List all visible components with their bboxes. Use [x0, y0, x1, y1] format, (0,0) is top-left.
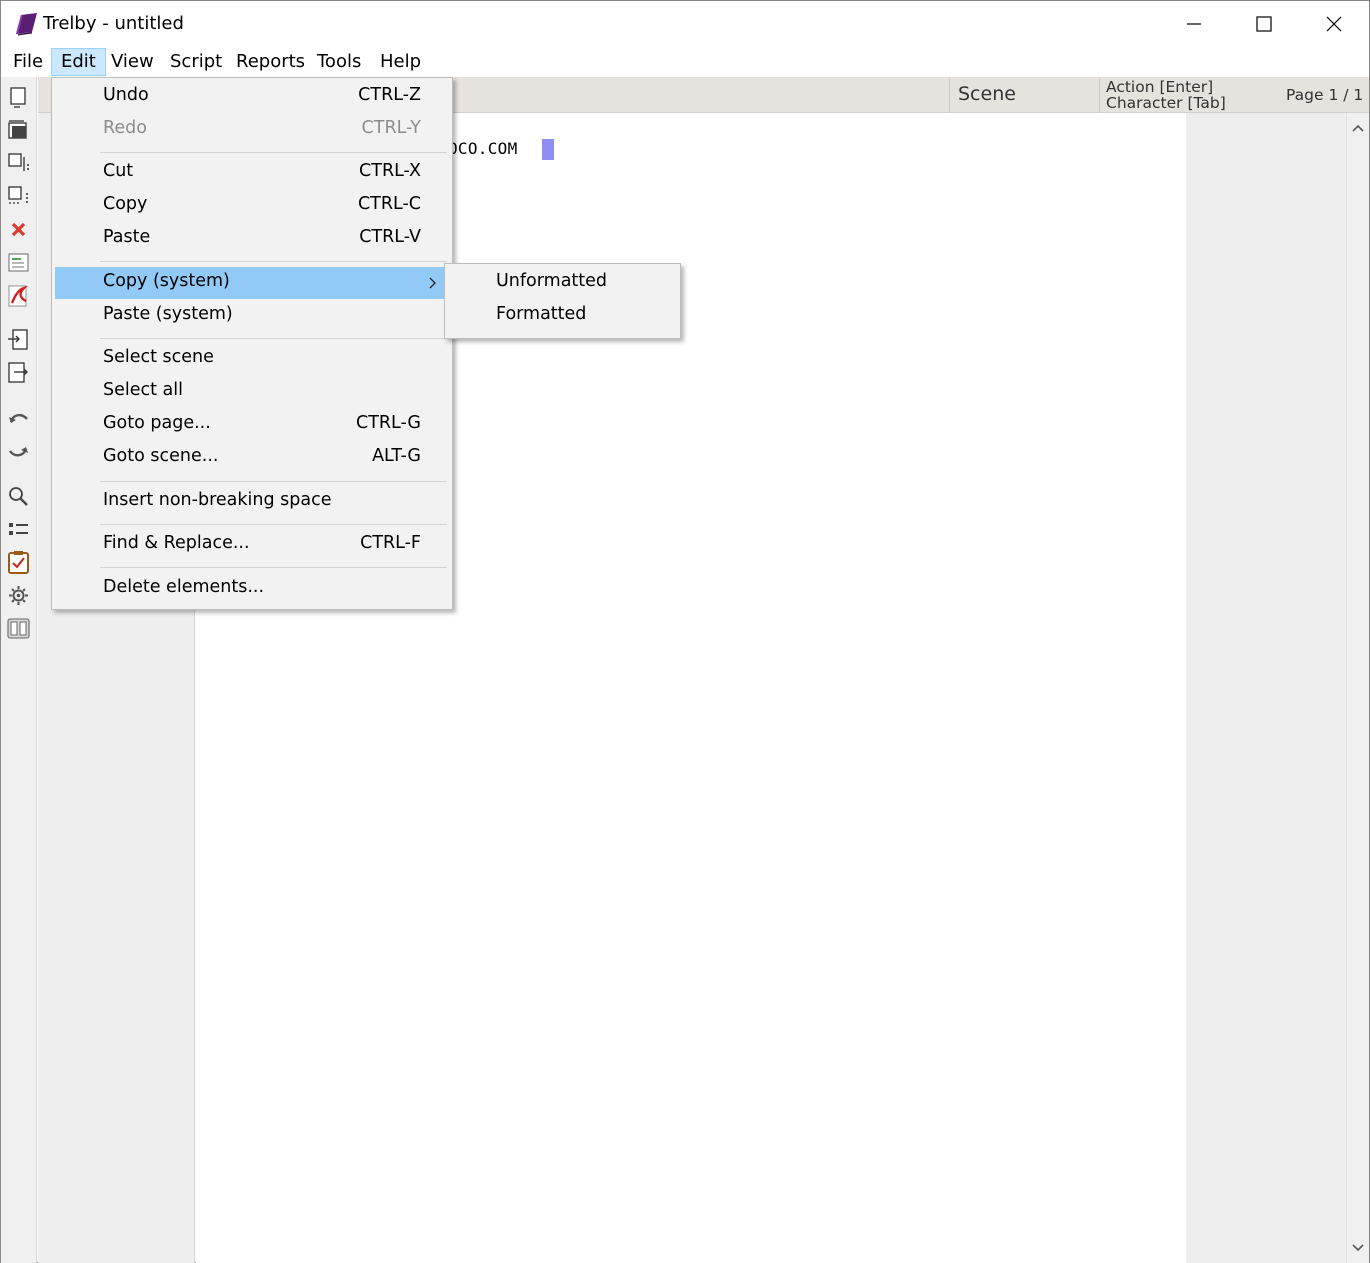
- menu-item-shortcut: CTRL-V: [359, 227, 421, 247]
- edit-menu-dropdown: Undo CTRL-Z Redo CTRL-Y Cut CTRL-X Copy …: [51, 77, 453, 610]
- text-cursor: [542, 139, 554, 160]
- menu-item-label: Find & Replace...: [103, 533, 250, 553]
- minimize-button[interactable]: [1159, 1, 1229, 47]
- menu-item-shortcut: ALT-G: [372, 446, 421, 466]
- export-icon[interactable]: [6, 360, 31, 385]
- menu-separator: [100, 524, 447, 525]
- menu-item-label: Redo: [103, 118, 147, 138]
- page-indicator: Page 1 / 1: [1286, 86, 1364, 104]
- menu-item-undo[interactable]: Undo CTRL-Z: [55, 81, 449, 113]
- header-separator: [1099, 77, 1100, 113]
- scene-indicator: Scene: [958, 83, 1016, 105]
- scroll-up-button[interactable]: [1347, 115, 1369, 141]
- menu-item-label: Select scene: [103, 347, 214, 367]
- left-toolbar: [1, 77, 37, 1263]
- menu-item-label: Undo: [103, 85, 149, 105]
- vertical-scrollbar[interactable]: [1346, 113, 1369, 1263]
- script-settings-icon[interactable]: [6, 250, 31, 275]
- menu-item-paste[interactable]: Paste CTRL-V: [55, 223, 449, 255]
- menu-reports[interactable]: Reports: [227, 48, 314, 76]
- menu-item-goto-scene[interactable]: Goto scene... ALT-G: [55, 442, 449, 474]
- menu-item-paste-system[interactable]: Paste (system): [55, 300, 449, 332]
- menu-tools[interactable]: Tools: [308, 48, 370, 76]
- menu-item-find-replace[interactable]: Find & Replace... CTRL-F: [55, 529, 449, 561]
- undo-icon[interactable]: [6, 406, 31, 431]
- menu-item-label: Copy (system): [103, 271, 230, 291]
- header-separator: [949, 77, 950, 113]
- menu-item-shortcut: CTRL-X: [359, 161, 421, 181]
- save-as-icon[interactable]: [6, 184, 31, 209]
- submenu-item-formatted[interactable]: Formatted: [448, 300, 677, 332]
- import-icon[interactable]: [6, 327, 31, 352]
- save-icon[interactable]: [6, 151, 31, 176]
- menu-file[interactable]: File: [4, 48, 52, 76]
- menu-edit[interactable]: Edit: [51, 48, 106, 76]
- copy-system-submenu: Unformatted Formatted: [444, 263, 681, 339]
- element-type-line-2: Character [Tab]: [1106, 94, 1226, 112]
- scroll-down-button[interactable]: [1347, 1235, 1369, 1261]
- menu-item-insert-nbsp[interactable]: Insert non-breaking space: [55, 486, 449, 518]
- close-icon: [1326, 16, 1342, 32]
- element-type-indicator: Action [Enter] Character [Tab]: [1106, 79, 1226, 111]
- open-icon[interactable]: [6, 118, 31, 143]
- menu-item-select-all[interactable]: Select all: [55, 376, 449, 408]
- menu-item-cut[interactable]: Cut CTRL-X: [55, 157, 449, 189]
- window-title: Trelby - untitled: [43, 13, 184, 34]
- new-icon[interactable]: [6, 85, 31, 110]
- menu-separator: [100, 338, 447, 339]
- chevron-up-icon: [1352, 124, 1364, 132]
- maximize-icon: [1256, 16, 1272, 32]
- pdf-icon[interactable]: [6, 283, 31, 308]
- menu-bar: File Edit View Script Reports Tools Help: [1, 47, 1369, 77]
- menu-separator: [100, 481, 447, 482]
- menu-item-redo[interactable]: Redo CTRL-Y: [55, 114, 449, 146]
- close-script-icon[interactable]: [6, 217, 31, 242]
- maximize-button[interactable]: [1229, 1, 1299, 47]
- menu-separator: [100, 152, 447, 153]
- menu-item-shortcut: CTRL-G: [355, 413, 421, 433]
- trelby-book-icon: [16, 13, 37, 36]
- editor-line: OCO.COM: [448, 139, 518, 158]
- menu-item-shortcut: CTRL-C: [357, 194, 421, 214]
- menu-item-select-scene[interactable]: Select scene: [55, 343, 449, 375]
- menu-item-label: Copy: [103, 194, 148, 214]
- menu-item-label: Cut: [103, 161, 134, 181]
- menu-item-delete-elements[interactable]: Delete elements...: [55, 573, 449, 605]
- menu-item-shortcut: CTRL-Z: [358, 85, 421, 105]
- menu-item-copy-system[interactable]: Copy (system): [55, 267, 449, 299]
- menu-item-label: Formatted: [496, 304, 587, 324]
- menu-item-label: Paste (system): [103, 304, 233, 324]
- menu-help[interactable]: Help: [371, 48, 430, 76]
- menu-separator: [100, 261, 447, 262]
- page-margin-panel: [1186, 113, 1346, 1263]
- menu-item-label: Unformatted: [496, 271, 608, 291]
- menu-item-label: Insert non-breaking space: [103, 490, 332, 510]
- menu-view[interactable]: View: [102, 48, 163, 76]
- menu-item-copy[interactable]: Copy CTRL-C: [55, 190, 449, 222]
- minimize-icon: [1187, 23, 1201, 25]
- menu-item-label: Paste: [103, 227, 151, 247]
- checks-icon[interactable]: [6, 550, 31, 575]
- menu-item-label: Goto scene...: [103, 446, 219, 466]
- redo-icon[interactable]: [6, 439, 31, 464]
- find-icon[interactable]: [6, 484, 31, 509]
- menu-script[interactable]: Script: [161, 48, 231, 76]
- menu-item-shortcut: CTRL-Y: [361, 118, 421, 138]
- compare-icon[interactable]: [6, 616, 31, 641]
- menu-item-shortcut: CTRL-F: [360, 533, 421, 553]
- settings-icon[interactable]: [6, 583, 31, 608]
- title-bar: Trelby - untitled: [1, 1, 1369, 47]
- menu-item-label: Select all: [103, 380, 183, 400]
- menu-item-label: Goto page...: [103, 413, 211, 433]
- chevron-right-icon: [429, 277, 436, 289]
- menu-item-goto-page[interactable]: Goto page... CTRL-G: [55, 409, 449, 441]
- menu-item-label: Delete elements...: [103, 577, 265, 597]
- element-type-line-1: Action [Enter]: [1106, 78, 1214, 96]
- chevron-down-icon: [1352, 1244, 1364, 1252]
- app-window: Trelby - untitled File Edit View Script …: [0, 0, 1370, 1263]
- menu-separator: [100, 567, 447, 568]
- submenu-item-unformatted[interactable]: Unformatted: [448, 267, 677, 299]
- navigator-icon[interactable]: [6, 517, 31, 542]
- close-button[interactable]: [1299, 1, 1369, 47]
